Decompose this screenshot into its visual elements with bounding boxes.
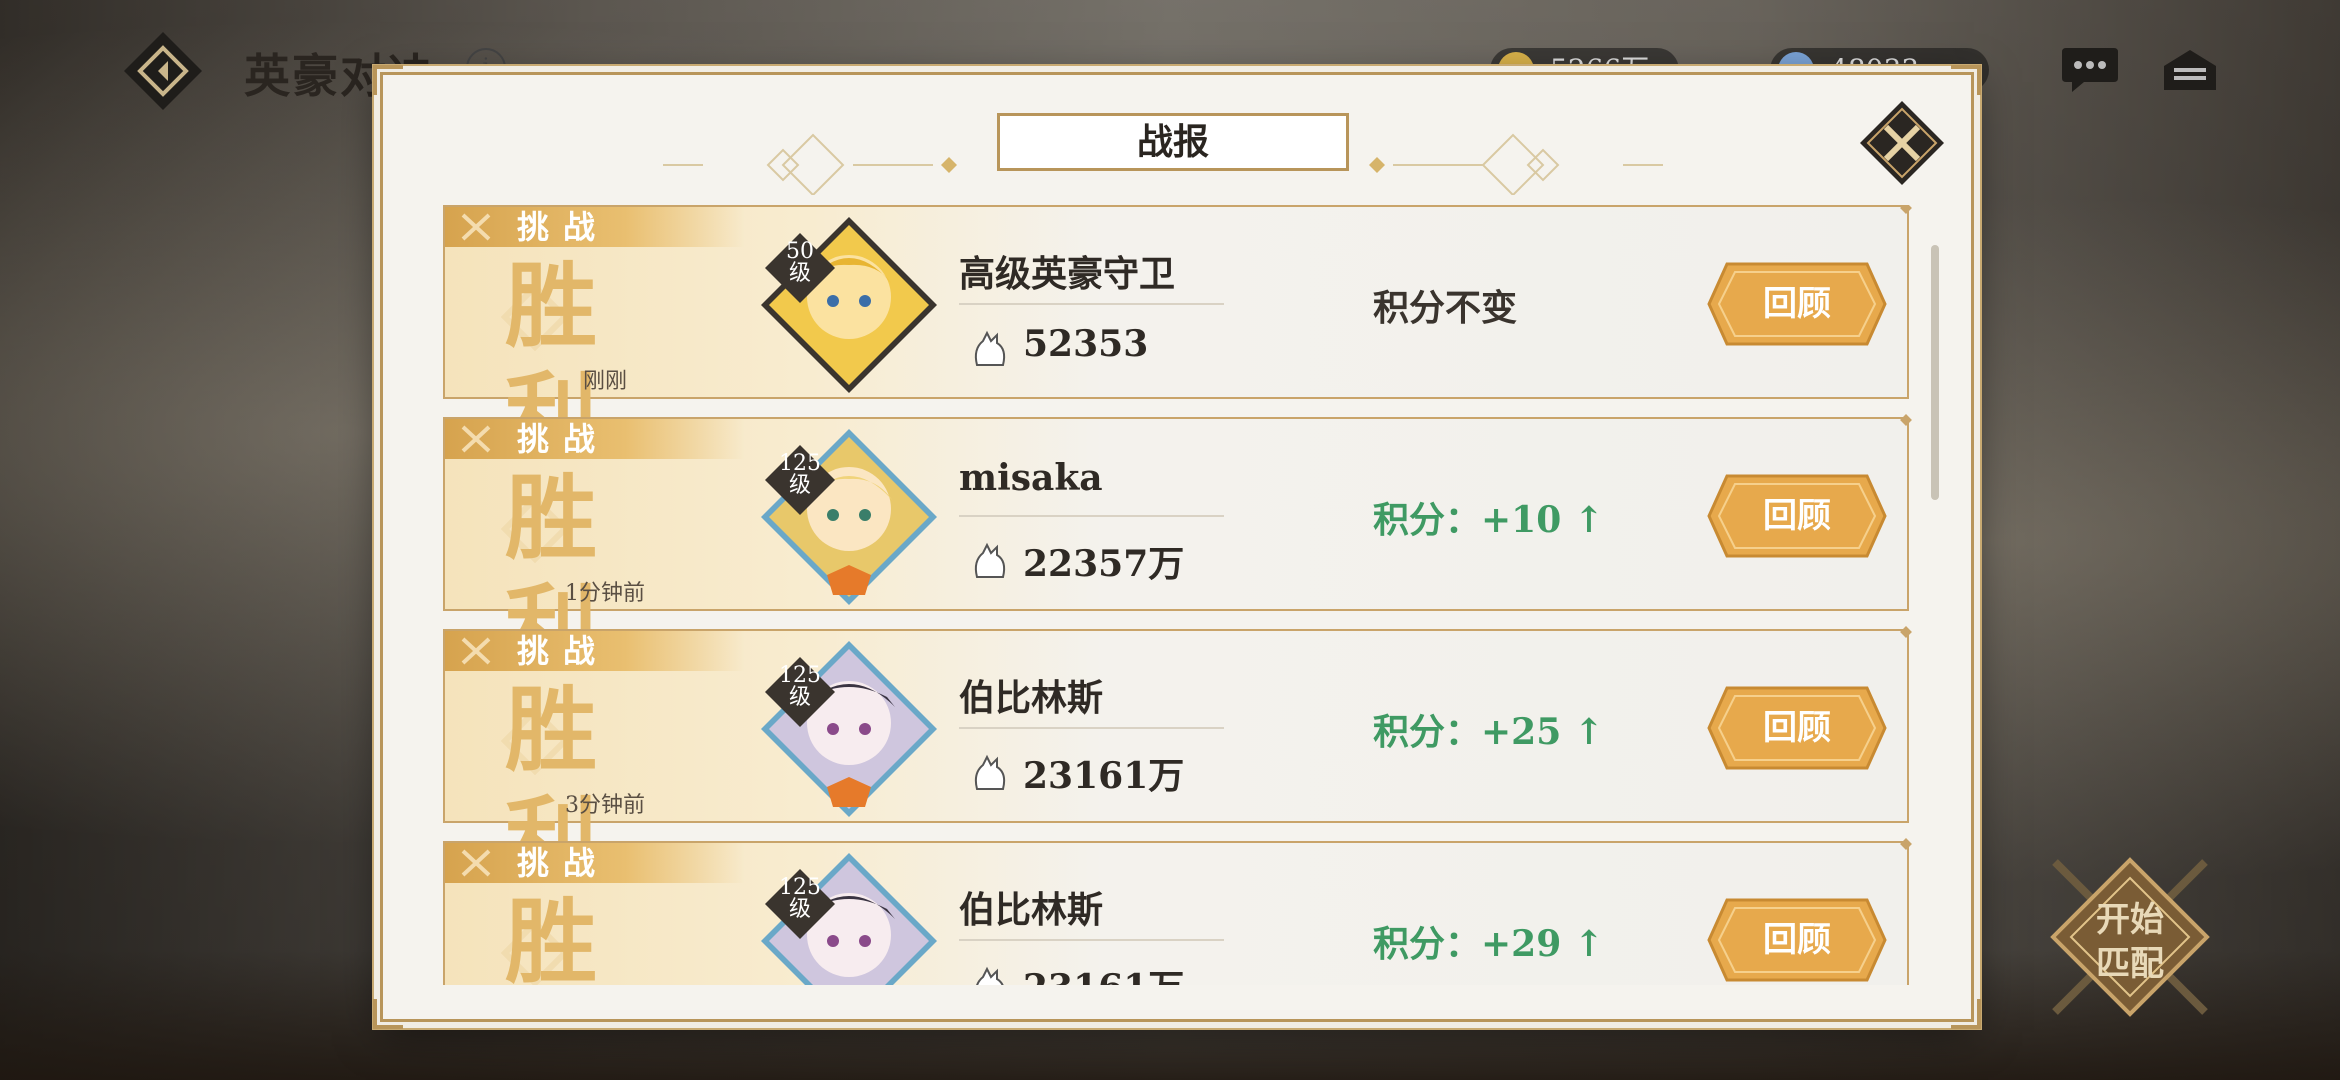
score-change: 积分不变 — [1373, 287, 1518, 329]
chat-icon[interactable] — [2060, 44, 2120, 96]
record-row: 挑战 胜利 1分钟前 125 级 misaka 22357万 积分：+10 ↑ 回… — [443, 417, 1909, 682]
review-button-label: 回顾 — [1763, 284, 1831, 324]
scrollbar[interactable] — [1931, 245, 1939, 500]
score-change: 积分：+10 ↑ — [1373, 491, 1604, 543]
start-match-label: 开始 匹配 — [2045, 898, 2215, 986]
divider — [959, 727, 1224, 729]
level-value: 125 — [779, 663, 821, 688]
record-row: 挑战 胜利 125级 伯比林斯 23161万 积分：+29 ↑ 回顾 — [443, 841, 1909, 985]
corner-ornament — [1951, 65, 1981, 95]
score-change: 积分：+29 ↑ — [1373, 915, 1604, 967]
crossed-swords-icon — [461, 425, 491, 453]
corner-ornament — [373, 65, 403, 95]
review-button-label: 回顾 — [1763, 496, 1831, 536]
combat-power: 22357万 — [1023, 543, 1185, 585]
score-change-value: 积分：+10 — [1373, 499, 1562, 541]
divider — [959, 939, 1224, 941]
arrow-up-icon: ↑ — [1573, 923, 1604, 965]
level-label: 125 级 — [763, 665, 837, 709]
corner-ornament — [373, 999, 403, 1029]
review-button-label: 回顾 — [1763, 920, 1831, 960]
corner-ornament — [1951, 999, 1981, 1029]
score-change: 积分：+25 ↑ — [1373, 703, 1604, 755]
level-unit: 级 — [788, 261, 811, 286]
divider — [959, 303, 1224, 305]
record-time: 3分钟前 — [565, 793, 645, 818]
combat-power: 52353 — [1023, 323, 1149, 365]
level-label: 50 级 — [763, 241, 837, 285]
challenge-tag: 挑战 — [445, 843, 745, 883]
score-change-value: 积分：+29 — [1373, 923, 1562, 965]
record-row: 挑战 胜利 刚刚 50 级 高级英豪守卫 52353 积分不变 回顾 — [443, 205, 1909, 470]
combat-power-icon — [974, 754, 1006, 790]
level-value: 50 — [786, 239, 814, 264]
level-value: 125 — [779, 875, 821, 900]
challenge-tag: 挑战 — [445, 419, 745, 459]
record-time: 1分钟前 — [565, 581, 645, 606]
level-unit: 级 — [788, 897, 811, 922]
arrow-up-icon: ↑ — [1573, 499, 1604, 541]
combat-power-icon — [974, 542, 1006, 578]
level-unit: 级 — [788, 685, 811, 710]
combat-power-icon — [974, 330, 1006, 366]
challenge-tag: 挑战 — [445, 631, 745, 671]
home-icon[interactable] — [2160, 44, 2220, 96]
start-match-line1: 开始 — [2096, 900, 2164, 940]
arrow-up-icon: ↑ — [1573, 711, 1604, 753]
crossed-swords-icon — [461, 637, 491, 665]
record-row: 挑战 胜利 3分钟前 125 级 伯比林斯 23161万 积分：+25 ↑ 回顾 — [443, 629, 1909, 894]
record-list[interactable]: 挑战 胜利 刚刚 50 级 高级英豪守卫 52353 积分不变 回顾 挑战 胜利… — [443, 205, 1913, 985]
score-change-value: 积分：+25 — [1373, 711, 1562, 753]
challenge-tag-label: 挑战 — [517, 420, 610, 458]
crossed-swords-icon — [461, 849, 491, 877]
combat-power: 23161万 — [1023, 959, 1184, 985]
start-match-line2: 匹配 — [2096, 944, 2164, 984]
opponent-name: 伯比林斯 — [959, 677, 1104, 719]
modal-title: 战报 — [997, 113, 1349, 171]
record-time: 刚刚 — [582, 369, 627, 394]
result-label: 胜利 — [505, 888, 626, 985]
challenge-tag-label: 挑战 — [517, 632, 610, 670]
divider — [959, 515, 1224, 517]
opponent-name: misaka — [959, 457, 1103, 499]
challenge-tag-label: 挑战 — [517, 844, 610, 882]
challenge-tag-label: 挑战 — [517, 208, 610, 246]
challenge-tag: 挑战 — [445, 207, 745, 247]
level-label: 125 级 — [763, 453, 837, 497]
level-unit: 级 — [788, 473, 811, 498]
opponent-name: 伯比林斯 — [959, 889, 1104, 931]
level-value: 125 — [779, 451, 821, 476]
crossed-swords-icon — [461, 213, 491, 241]
opponent-name: 高级英豪守卫 — [959, 253, 1176, 295]
battle-report-modal: 战报 挑战 胜利 刚刚 50 级 高级英豪守卫 52353 积分不变 回顾 挑战… — [373, 65, 1981, 1029]
review-button-label: 回顾 — [1763, 708, 1831, 748]
level-label: 125 级 — [763, 877, 837, 921]
close-icon[interactable] — [1858, 99, 1946, 187]
combat-power-icon — [976, 966, 1004, 985]
combat-power: 23161万 — [1023, 755, 1185, 797]
back-logo-icon[interactable] — [122, 30, 204, 112]
